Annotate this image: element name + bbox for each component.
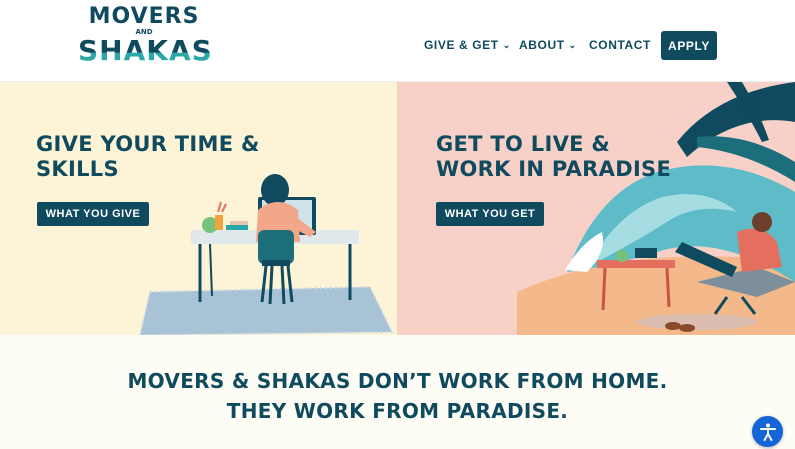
apply-button[interactable]: APPLY — [661, 31, 717, 60]
logo-word-shakas: SHAKAS — [78, 34, 213, 67]
what-you-give-button[interactable]: WHAT YOU GIVE — [37, 202, 149, 226]
nav-about-label: ABOUT — [519, 38, 565, 52]
hero-get-panel: GET TO LIVE & WORK IN PARADISE WHAT YOU … — [397, 82, 795, 335]
accessibility-icon — [759, 423, 776, 441]
nav-give-get[interactable]: GIVE & GET ⌄ — [424, 30, 511, 60]
chevron-down-icon: ⌄ — [502, 39, 511, 50]
accessibility-button[interactable] — [752, 416, 783, 447]
nav-give-get-label: GIVE & GET — [424, 38, 499, 52]
tagline-section: MOVERS & SHAKAS DON’T WORK FROM HOME. TH… — [0, 335, 795, 449]
logo-word-movers: MOVERS — [88, 4, 200, 29]
nav-contact[interactable]: CONTACT — [589, 30, 651, 60]
hero-get-title-line2: WORK IN PARADISE — [436, 157, 672, 181]
hero-give-title-line2: SKILLS — [36, 157, 119, 181]
what-you-get-button[interactable]: WHAT YOU GET — [436, 202, 544, 226]
nav-contact-label[interactable]: CONTACT — [589, 38, 651, 52]
chevron-down-icon: ⌄ — [568, 39, 577, 50]
site-logo[interactable]: MOVERS AND SHAKAS — [78, 4, 213, 72]
tagline-line1: MOVERS & SHAKAS DON’T WORK FROM HOME. — [127, 369, 668, 393]
tagline-line2: THEY WORK FROM PARADISE. — [226, 399, 569, 423]
site-header: MOVERS AND SHAKAS GIVE & GET ⌄ ABOUT ⌄ C… — [0, 0, 795, 82]
nav-about[interactable]: ABOUT ⌄ — [519, 30, 577, 60]
hero-get-title-line1: GET TO LIVE & — [436, 132, 611, 156]
hero-give-title-line1: GIVE YOUR TIME & — [36, 132, 260, 156]
hero-give-panel: GIVE YOUR TIME & SKILLS WHAT YOU GIVE — [0, 82, 397, 335]
